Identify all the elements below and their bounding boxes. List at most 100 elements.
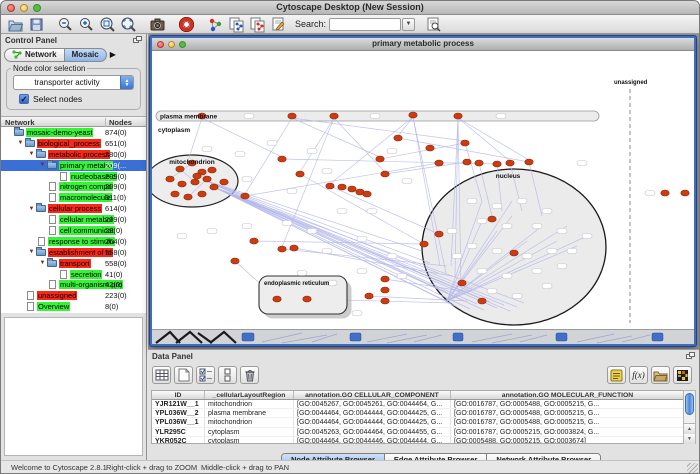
checkbox-checked-icon[interactable]: ✓ <box>19 94 29 104</box>
network-node[interactable] <box>381 287 389 293</box>
node-label-pill[interactable] <box>177 234 187 239</box>
node-label-pill[interactable] <box>357 237 367 242</box>
help-ring-icon[interactable] <box>176 16 196 33</box>
node-label-pill[interactable] <box>567 249 577 254</box>
node-label-pill[interactable] <box>492 249 502 254</box>
table-cell[interactable]: [GO:0044464, GO:0044444, GO:0044425, G..… <box>294 418 451 426</box>
node-label-pill[interactable] <box>477 269 487 274</box>
node-label-pill[interactable] <box>447 229 457 234</box>
network-node[interactable] <box>348 186 356 192</box>
tree-row[interactable]: ▼transport558(0) <box>1 258 146 269</box>
node-label-pill[interactable] <box>467 244 477 249</box>
network-node[interactable] <box>510 250 518 256</box>
edge[interactable] <box>245 118 292 194</box>
column-header[interactable]: ID <box>152 391 205 399</box>
tree-row[interactable]: nitrogen compo209(0) <box>1 181 146 192</box>
network-node[interactable] <box>461 140 469 146</box>
network-node[interactable] <box>365 293 373 299</box>
node-label-pill[interactable] <box>307 149 317 154</box>
network-node[interactable] <box>458 280 466 286</box>
node-label-pill[interactable] <box>512 294 522 299</box>
node-label-pill[interactable] <box>502 274 512 279</box>
node-label-pill[interactable] <box>467 199 477 204</box>
table-row[interactable]: YKR052Ccytoplasm[GO:0044464, GO:0044446,… <box>152 437 686 444</box>
edge[interactable] <box>202 118 282 157</box>
node-label-pill[interactable] <box>357 269 367 274</box>
network-node[interactable] <box>193 173 201 179</box>
network-node[interactable] <box>435 160 443 166</box>
create-attribute-icon[interactable] <box>174 366 193 384</box>
network-panel-icon[interactable] <box>205 16 225 33</box>
node-label-pill[interactable] <box>337 209 347 214</box>
table-cell[interactable]: mitochondrion <box>205 400 294 408</box>
tree-row[interactable]: ▼metabolic process280(0) <box>1 149 146 160</box>
delete-attribute-icon[interactable] <box>240 366 259 384</box>
table-cell[interactable]: cytoplasm <box>205 428 294 436</box>
edge[interactable] <box>458 118 529 160</box>
expand-arrow-icon[interactable]: ▼ <box>16 140 25 146</box>
network-node[interactable] <box>296 171 304 177</box>
zoom-out-icon[interactable] <box>55 16 75 33</box>
snapshot-icon[interactable] <box>147 16 167 33</box>
node-label-pill[interactable] <box>397 274 407 279</box>
tree-row[interactable]: ▼biological_process651(0) <box>1 138 146 149</box>
expand-arrow-icon[interactable]: ▼ <box>38 260 47 266</box>
node-label-pill[interactable] <box>542 209 552 214</box>
edge[interactable] <box>300 118 334 172</box>
node-label-pill[interactable] <box>322 249 332 254</box>
select-nodes-checkbox-row[interactable]: ✓ Select nodes <box>19 94 136 104</box>
node-color-dropdown[interactable]: transporter activity ▲▼ <box>13 75 134 90</box>
column-header[interactable]: _cellularLayoutRegion <box>205 391 294 399</box>
table-row[interactable]: YJR121W__1mitochondrion[GO:0045267, GO:0… <box>152 400 686 409</box>
node-label-pill[interactable] <box>282 221 292 226</box>
expand-arrow-icon[interactable]: ▼ <box>27 206 36 212</box>
label-attribute-icon[interactable] <box>607 366 626 384</box>
network-node[interactable] <box>273 296 281 302</box>
network-node[interactable] <box>381 171 389 177</box>
node-label-pill[interactable] <box>496 114 506 119</box>
node-label-pill[interactable] <box>297 271 307 276</box>
table-cell[interactable]: [GO:0005488, GO:0005215, GO:0003674] <box>451 437 685 444</box>
network-node[interactable] <box>191 179 199 185</box>
tree-row[interactable]: macromolecule311(0) <box>1 192 146 203</box>
scroll-down-icon[interactable]: ▼ <box>684 434 695 444</box>
birdseye-view[interactable] <box>4 317 143 456</box>
node-label-pill[interactable] <box>207 229 217 234</box>
tree-row[interactable]: nucleobase-c209(0) <box>1 171 146 182</box>
tab-overflow-arrow[interactable]: ▶ <box>110 50 116 59</box>
network-node[interactable] <box>506 160 514 166</box>
table-cell[interactable]: [GO:0045267, GO:0045261, GO:0044464, G..… <box>294 400 451 408</box>
network-node[interactable] <box>394 135 402 141</box>
node-label-pill[interactable] <box>487 289 497 294</box>
app-titlebar[interactable]: Cytoscape Desktop (New Session) <box>1 1 699 15</box>
network-node[interactable] <box>493 161 501 167</box>
node-label-pill[interactable] <box>244 114 254 119</box>
expand-arrow-icon[interactable]: ▼ <box>38 162 47 168</box>
tree-row[interactable]: ▼cellular process614(0) <box>1 203 146 214</box>
node-label-pill[interactable] <box>557 264 567 269</box>
search-dropdown-icon[interactable]: ▼ <box>402 18 415 31</box>
node-label-pill[interactable] <box>522 254 532 259</box>
table-cell[interactable]: [GO:0016787, GO:0005488, GO:0005215, G..… <box>451 400 685 408</box>
import-attributes-icon[interactable] <box>651 366 670 384</box>
node-label-pill[interactable] <box>517 199 527 204</box>
network-node[interactable] <box>661 190 669 196</box>
node-label-pill[interactable] <box>577 161 587 166</box>
edge[interactable] <box>334 118 385 172</box>
node-label-pill[interactable] <box>387 254 397 259</box>
select-attributes-icon[interactable] <box>196 366 215 384</box>
node-label-pill[interactable] <box>307 229 317 234</box>
table-row[interactable]: YLR295Ccytoplasm[GO:0045263, GO:0044464,… <box>152 428 686 437</box>
float-panel-icon[interactable] <box>686 352 695 360</box>
search-input[interactable] <box>329 18 401 31</box>
save-session-icon[interactable] <box>26 16 46 33</box>
node-label-pill[interactable] <box>235 152 245 157</box>
node-label-pill[interactable] <box>557 229 567 234</box>
tree-row[interactable]: ▼establishment of lo558(0) <box>1 247 146 258</box>
network-node[interactable] <box>381 298 389 304</box>
tree-row[interactable]: multi-organism pro42(0) <box>1 279 146 290</box>
attribute-table[interactable]: ID_cellularLayoutRegionannotation.GO CEL… <box>151 390 687 444</box>
table-cell[interactable]: YJR121W__1 <box>152 400 205 408</box>
import-nodes-icon[interactable] <box>226 16 246 33</box>
network-node[interactable] <box>363 191 371 197</box>
